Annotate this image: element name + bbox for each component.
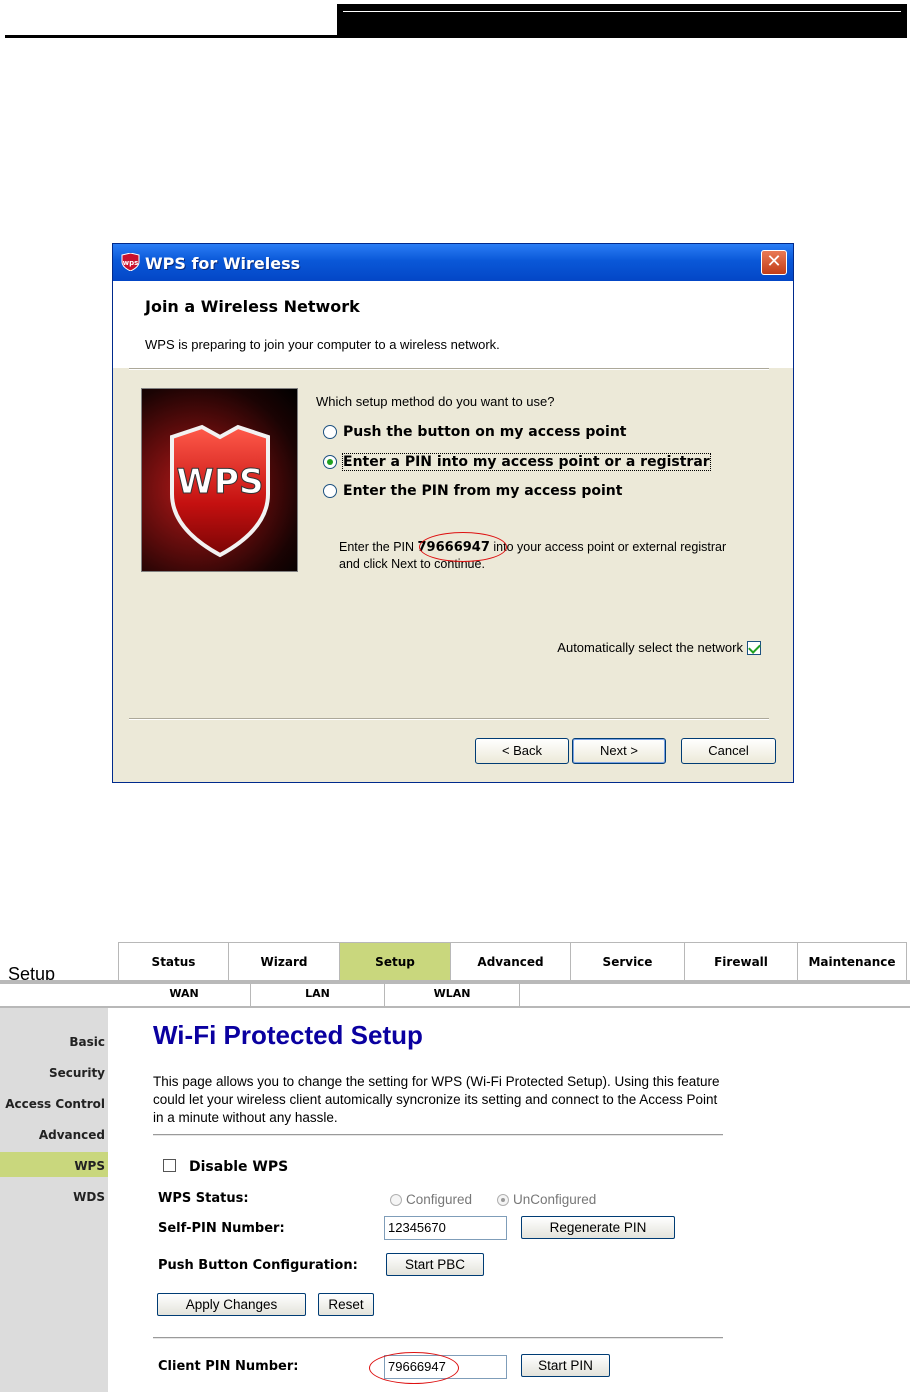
doc-header-rule [5, 35, 337, 38]
sidebar-item-access-control[interactable]: Access Control [5, 1097, 105, 1111]
tab-firewall[interactable]: Firewall [684, 942, 798, 980]
tab-wizard[interactable]: Wizard [228, 942, 340, 980]
self-pin-input[interactable]: 12345670 [384, 1216, 507, 1240]
option-radio-selected[interactable] [323, 455, 337, 469]
next-button[interactable]: Next > [572, 738, 666, 764]
status-unconfigured: UnConfigured [497, 1192, 596, 1207]
option-radio[interactable] [323, 484, 337, 498]
start-pbc-button[interactable]: Start PBC [386, 1253, 484, 1276]
option-pin-from-access-point[interactable]: Enter the PIN from my access point [323, 482, 622, 500]
tab-maintenance[interactable]: Maintenance [797, 942, 907, 980]
option-label: Push the button on my access point [343, 424, 627, 440]
doc-header-bar [337, 4, 907, 38]
sidebar-item-security[interactable]: Security [49, 1066, 105, 1080]
subtab-wan[interactable]: WAN [118, 984, 251, 1006]
router-setup-page: Setup Status Wizard Setup Advanced Servi… [0, 940, 910, 1392]
disable-wps-label: Disable WPS [189, 1159, 289, 1175]
sidebar-item-basic[interactable]: Basic [69, 1035, 105, 1049]
option-radio[interactable] [323, 425, 337, 439]
auto-select-checkbox[interactable] [747, 640, 761, 655]
apply-changes-button[interactable]: Apply Changes [157, 1293, 306, 1316]
pbc-label: Push Button Configuration: [158, 1258, 358, 1273]
option-push-button[interactable]: Push the button on my access point [323, 423, 627, 441]
pin-annotation-circle [419, 532, 507, 562]
divider [153, 1134, 723, 1136]
option-label: Enter the PIN from my access point [343, 483, 623, 499]
auto-select-network[interactable]: Automatically select the network [557, 640, 761, 655]
divider [153, 1337, 723, 1339]
status-radio [390, 1193, 402, 1206]
pin-suffix: into your access point or external regis… [489, 540, 727, 554]
header-separator [129, 368, 769, 370]
setup-method-question: Which setup method do you want to use? [316, 394, 555, 409]
page-title: Wi-Fi Protected Setup [153, 1020, 423, 1050]
close-button[interactable]: ✕ [761, 250, 787, 275]
auto-select-label: Automatically select the network [557, 640, 743, 655]
wps-dialog: wps WPS for Wireless ✕ Join a Wireless N… [112, 243, 794, 783]
wizard-subtitle: WPS is preparing to join your computer t… [145, 337, 500, 352]
title-bar[interactable]: wps WPS for Wireless ✕ [113, 244, 793, 281]
cancel-button[interactable]: Cancel [681, 738, 776, 764]
tab-setup[interactable]: Setup [339, 942, 451, 980]
sidebar: Basic Security Access Control Advanced W… [0, 1008, 108, 1392]
regenerate-pin-button[interactable]: Regenerate PIN [521, 1216, 675, 1239]
sidebar-item-advanced[interactable]: Advanced [39, 1128, 105, 1142]
status-option-label: UnConfigured [513, 1192, 597, 1207]
tab-service[interactable]: Service [570, 942, 685, 980]
sidebar-item-wds[interactable]: WDS [73, 1190, 105, 1204]
back-button[interactable]: < Back [475, 738, 569, 764]
client-pin-annotation-circle [369, 1352, 459, 1384]
wps-shield-icon: wps [121, 253, 140, 271]
subtab-lan[interactable]: LAN [251, 984, 385, 1006]
footer-separator [129, 718, 769, 720]
subtab-wlan[interactable]: WLAN [385, 984, 520, 1006]
sub-nav-divider [0, 1006, 910, 1008]
status-radio-selected [497, 1193, 509, 1206]
page: wps WPS for Wireless ✕ Join a Wireless N… [0, 0, 910, 1392]
wizard-title: Join a Wireless Network [145, 297, 360, 316]
self-pin-label: Self-PIN Number: [158, 1221, 285, 1236]
disable-wps-checkbox[interactable] [163, 1159, 176, 1172]
svg-text:WPS: WPS [177, 462, 264, 502]
status-option-label: Configured [406, 1192, 473, 1207]
option-enter-pin-registrar[interactable]: Enter a PIN into my access point or a re… [323, 453, 711, 471]
pin-prefix: Enter the PIN [339, 540, 418, 554]
sidebar-item-wps[interactable]: WPS [74, 1159, 105, 1173]
wps-logo-image: WPS [141, 388, 298, 572]
wizard-header: Join a Wireless Network WPS is preparing… [113, 281, 793, 368]
wps-logo-icon: WPS [170, 424, 270, 558]
status-configured: Configured [390, 1192, 472, 1207]
main-nav: Status Wizard Setup Advanced Service Fir… [118, 942, 907, 980]
svg-text:wps: wps [123, 259, 139, 267]
window-title: WPS for Wireless [145, 254, 301, 273]
client-pin-label: Client PIN Number: [158, 1359, 299, 1374]
page-description: This page allows you to change the setti… [153, 1074, 720, 1125]
reset-button[interactable]: Reset [318, 1293, 374, 1316]
close-icon: ✕ [766, 251, 782, 272]
option-label: Enter a PIN into my access point or a re… [342, 453, 711, 471]
start-pin-button[interactable]: Start PIN [521, 1354, 610, 1377]
pin-instruction: Enter the PIN 79666947 into your access … [339, 540, 726, 555]
tab-advanced[interactable]: Advanced [450, 942, 571, 980]
sub-nav: WAN LAN WLAN [118, 984, 520, 1006]
tab-status[interactable]: Status [118, 942, 229, 980]
wps-status-label: WPS Status: [158, 1191, 249, 1206]
